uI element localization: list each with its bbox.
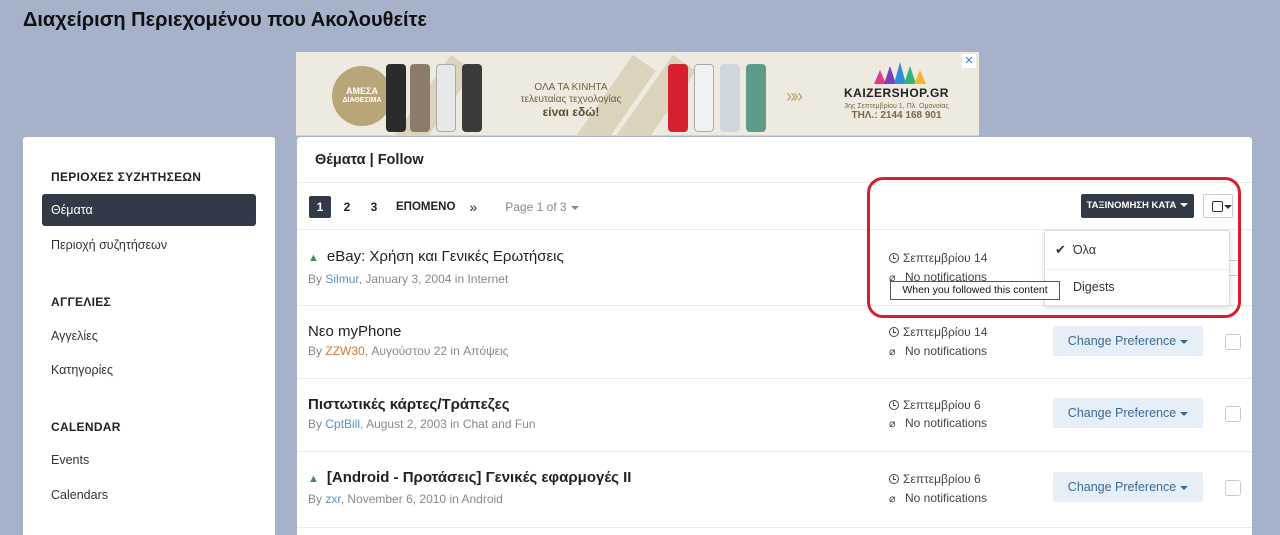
topic-meta: By CptBill, August 2, 2003 in Chat and F… (308, 417, 536, 431)
clock-icon (889, 400, 899, 410)
sidebar-item-ads[interactable]: Αγγελίες (42, 320, 256, 352)
notification-status: ⌀ No notifications (889, 416, 988, 430)
sidebar-heading-ads: ΑΓΓΕΛΙΕΣ (51, 295, 112, 309)
row-checkbox[interactable] (1225, 480, 1241, 496)
forum-link[interactable]: Internet (467, 272, 508, 286)
sidebar-item-forums[interactable]: Περιοχή συζητήσεων (42, 229, 256, 261)
chevron-down-icon (1180, 411, 1189, 416)
sidebar-item-events[interactable]: Events (42, 444, 256, 476)
author-link[interactable]: ZZW30 (325, 344, 364, 358)
author-link[interactable]: zxr (325, 492, 340, 506)
notification-status: ⌀ No notifications (889, 491, 988, 505)
chevron-down-icon (1180, 485, 1189, 490)
topic-title-link[interactable]: ▲ eBay: Χρήση και Γενικές Ερωτήσεις (308, 248, 564, 265)
sidebar-item-topics[interactable]: Θέματα (42, 194, 256, 226)
page-1-button[interactable]: 1 (309, 196, 331, 218)
highlight-annotation (867, 177, 1241, 318)
bell-off-icon: ⌀ (889, 493, 896, 505)
ad-slogan: ΟΛΑ ΤΑ ΚΙΝΗΤΑ τελευταίας τεχνολογίας είν… (520, 82, 622, 119)
page-jump-dropdown[interactable]: Page 1 of 3 (505, 200, 579, 214)
phone-image (694, 64, 714, 132)
phone-image (410, 64, 430, 132)
page-3-button[interactable]: 3 (363, 196, 385, 218)
sidebar-item-calendars[interactable]: Calendars (42, 479, 256, 511)
bell-off-icon: ⌀ (889, 346, 896, 358)
forum-link[interactable]: Android (461, 492, 502, 506)
phone-image (436, 64, 456, 132)
ad-banner[interactable]: ΑΜΕΣΑ ΔΙΑΘΕΣΙΜΑ ΟΛΑ ΤΑ ΚΙΝΗΤΑ τελευταίας… (296, 52, 979, 136)
row-checkbox[interactable] (1225, 334, 1241, 350)
clock-icon (889, 474, 899, 484)
topic-meta: By ZZW30, Αυγούστου 22 in Απόψεις (308, 344, 509, 358)
crown-icon (872, 62, 926, 84)
topic-title-link[interactable]: ▲ [Android - Προτάσεις] Γενικές εφαρμογές… (308, 469, 631, 486)
phone-image (668, 64, 688, 132)
sidebar-item-categories[interactable]: Κατηγορίες (42, 354, 256, 386)
notification-status: ⌀ No notifications (889, 344, 988, 358)
bell-off-icon: ⌀ (889, 418, 896, 430)
change-preference-button[interactable]: Change Preference (1053, 472, 1203, 502)
change-preference-button[interactable]: Change Preference (1053, 326, 1203, 356)
ad-close-icon[interactable]: ✕ (962, 54, 976, 68)
row-checkbox[interactable] (1225, 406, 1241, 422)
followed-item-row: Πιστωτικές κάρτες/Τράπεζες By CptBill, A… (297, 379, 1252, 451)
followed-date: Σεπτεμβρίου 6 (889, 398, 981, 412)
sidebar: ΠΕΡΙΟΧΕΣ ΣΥΖΗΤΗΣΕΩΝ Θέματα Περιοχή συζητ… (23, 137, 275, 535)
clock-icon (889, 327, 899, 337)
sidebar-heading-discussions: ΠΕΡΙΟΧΕΣ ΣΥΖΗΤΗΣΕΩΝ (51, 170, 202, 184)
pin-icon: ▲ (308, 473, 319, 485)
phone-image (386, 64, 406, 132)
author-link[interactable]: CptBill (325, 417, 360, 431)
followed-item-row: ▲ [Android - Προτάσεις] Γενικές εφαρμογές… (297, 452, 1252, 527)
topic-title-link[interactable]: Νεο myPhone (308, 323, 401, 340)
ad-logo: KAIZERSHOP.GR 3ης Σεπτεμβρίου 1, Πλ. Ομο… (824, 62, 969, 121)
phone-image (720, 64, 740, 132)
forum-link[interactable]: Απόψεις (463, 344, 508, 358)
page-title: Διαχείριση Περιεχομένου που Ακολουθείτε (23, 9, 427, 31)
last-page-button[interactable]: » (469, 199, 477, 215)
topic-meta: By zxr, November 6, 2010 in Android (308, 492, 503, 506)
phone-image (746, 64, 766, 132)
panel-title: Θέματα | Follow (315, 152, 424, 168)
followed-date: Σεπτεμβρίου 6 (889, 472, 981, 486)
chevron-down-icon (570, 205, 579, 210)
page-2-button[interactable]: 2 (336, 196, 358, 218)
pin-icon: ▲ (308, 252, 319, 264)
next-page-button[interactable]: ΕΠΟΜΕΝΟ (396, 201, 455, 213)
author-link[interactable]: Silmur (325, 272, 358, 286)
phone-image (462, 64, 482, 132)
chevron-down-icon (1180, 339, 1189, 344)
pagination: 1 2 3 ΕΠΟΜΕΝΟ » Page 1 of 3 (309, 196, 579, 218)
change-preference-button[interactable]: Change Preference (1053, 398, 1203, 428)
sidebar-heading-calendar: CALENDAR (51, 420, 121, 434)
ad-arrows: »» (786, 86, 803, 106)
topic-title-link[interactable]: Πιστωτικές κάρτες/Τράπεζες (308, 396, 510, 413)
topic-meta: By Silmur, January 3, 2004 in Internet (308, 272, 509, 286)
forum-link[interactable]: Chat and Fun (463, 417, 536, 431)
followed-date: Σεπτεμβρίου 14 (889, 325, 987, 339)
ad-badge: ΑΜΕΣΑ ΔΙΑΘΕΣΙΜΑ (332, 66, 392, 126)
